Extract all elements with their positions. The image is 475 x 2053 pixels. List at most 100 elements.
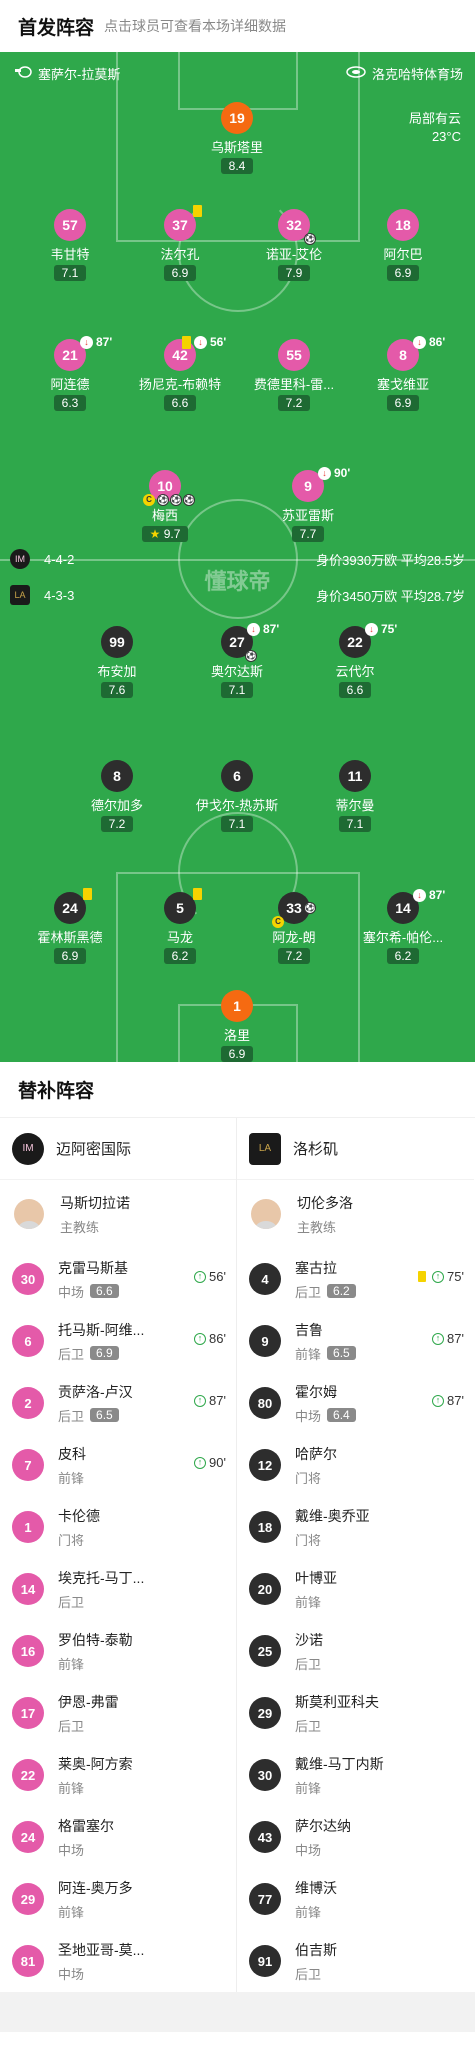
sub-on-badge: ↑ 56'	[194, 1269, 226, 1284]
away-subs-column: LA 洛杉矶 切伦多洛 主教练 4 塞古拉 后卫 6.2 ↑ 75' 9 吉鲁 前锋 6.5 ↑ 87…	[237, 1118, 474, 1992]
player-rating: 6.2	[163, 948, 197, 964]
player-home-21[interactable]: 21 ↓ 87' 阿连德 6.3	[20, 335, 120, 412]
sub-player-row[interactable]: 7 皮科 前锋 ↑ 90'	[0, 1434, 236, 1496]
sub-player-row[interactable]: 77 维博沃 前锋	[237, 1868, 474, 1930]
sub-player-row[interactable]: 14 埃克托-马丁... 后卫	[0, 1558, 236, 1620]
sub-player-row[interactable]: 30 克雷马斯基 中场 6.6 ↑ 56'	[0, 1248, 236, 1310]
player-rating: 6.6	[163, 395, 197, 411]
sub-on-minute: 87'	[447, 1393, 464, 1408]
coach-avatar	[14, 1199, 44, 1229]
player-away-27[interactable]: 27 ↓ 87' ⚽ 奥尔达斯 7.1	[187, 622, 287, 699]
player-rating: 7.1	[53, 265, 87, 281]
sub-player-row[interactable]: 9 吉鲁 前锋 6.5 ↑ 87'	[237, 1310, 474, 1372]
goal-ball-icon: ⚽	[304, 233, 316, 245]
sub-player-row[interactable]: 24 格雷塞尔 中场	[0, 1806, 236, 1868]
inter-miami-logo: IM	[10, 549, 30, 569]
player-number: 57	[54, 209, 86, 241]
sub-player-row[interactable]: 16 罗伯特-泰勒 前锋	[0, 1620, 236, 1682]
sub-player-rating: 6.4	[327, 1408, 356, 1422]
sub-player-row[interactable]: 43 萨尔达纳 中场	[237, 1806, 474, 1868]
sub-player-row[interactable]: 1 卡伦德 门将	[0, 1496, 236, 1558]
goal-ball-icon: ⚽	[304, 902, 316, 914]
sub-player-position: 后卫	[58, 1718, 85, 1734]
sub-player-row[interactable]: 2 贡萨洛-卢汉 后卫 6.5 ↑ 87'	[0, 1372, 236, 1434]
player-number: 27 ↓ 87' ⚽	[221, 622, 279, 662]
sub-off-badge: ↓ 87'	[80, 335, 112, 349]
player-away-11[interactable]: 11 蒂尔曼 7.1	[305, 760, 405, 833]
player-home-8[interactable]: 8 ↓ 86' 塞戈维亚 6.9	[353, 335, 453, 412]
player-away-8[interactable]: 8 德尔加多 7.2	[67, 760, 167, 833]
sub-off-badge: ↓ 56'	[182, 335, 226, 349]
player-away-14[interactable]: 14 ↓ 87' 塞尔希-帕伦... 6.2	[353, 888, 453, 965]
sub-player-row[interactable]: 6 托马斯-阿维... 后卫 6.9 ↑ 86'	[0, 1310, 236, 1372]
player-rating: ★ 9.7	[141, 526, 189, 542]
sub-off-icon: ↓	[318, 466, 331, 480]
player-home-19[interactable]: 19 乌斯塔里 8.4	[187, 102, 287, 175]
player-away-5[interactable]: 5 马龙 6.2	[130, 888, 230, 965]
away-coach[interactable]: 切伦多洛 主教练	[237, 1180, 474, 1248]
player-home-37[interactable]: 37 法尔孔 6.9	[130, 205, 230, 282]
sub-player-row[interactable]: 20 叶博亚 前锋	[237, 1558, 474, 1620]
player-rating: 7.9	[277, 265, 311, 281]
sub-player-position: 后卫	[58, 1346, 85, 1362]
sub-player-name: 伊恩-弗雷	[58, 1693, 119, 1710]
sub-player-row[interactable]: 29 斯莫利亚科夫 后卫	[237, 1682, 474, 1744]
coach-name: 切伦多洛	[297, 1194, 353, 1211]
sub-on-icon: ↑	[432, 1270, 445, 1283]
sub-player-row[interactable]: 29 阿连-奥万多 前锋	[0, 1868, 236, 1930]
sub-player-row[interactable]: 17 伊恩-弗雷后卫	[0, 1682, 236, 1744]
sub-player-number: 43	[249, 1821, 281, 1853]
player-name: 扬尼克-布赖特	[138, 377, 222, 392]
sub-player-number: 14	[12, 1573, 44, 1605]
sub-player-row[interactable]: 81 圣地亚哥-莫... 中场	[0, 1930, 236, 1992]
player-number: 99	[101, 626, 133, 658]
sub-player-row[interactable]: 80 霍尔姆 中场 6.4 ↑ 87'	[237, 1372, 474, 1434]
sub-off-icon: ↓	[413, 335, 426, 349]
sub-player-row[interactable]: 30 戴维-马丁内斯 前锋	[237, 1744, 474, 1806]
sub-player-number: 17	[12, 1697, 44, 1729]
sub-player-number: 1	[12, 1511, 44, 1543]
sub-player-row[interactable]: 22 莱奥-阿方索 前锋	[0, 1744, 236, 1806]
sub-player-row[interactable]: 91 伯吉斯 后卫	[237, 1930, 474, 1992]
player-away-33[interactable]: 33 C ⚽ 阿龙-朗 7.2	[244, 892, 344, 965]
player-home-18[interactable]: 18 阿尔巴 6.9	[353, 209, 453, 282]
away-formation: 4-3-3	[44, 587, 75, 603]
player-rating: 7.2	[277, 395, 311, 411]
player-home-42[interactable]: 42 ↓ 56' 扬尼克-布赖特 6.6	[130, 335, 230, 412]
home-coach[interactable]: 马斯切拉诺 主教练	[0, 1180, 236, 1248]
sub-player-number: 20	[249, 1573, 281, 1605]
sub-player-position: 后卫	[295, 1656, 322, 1672]
sub-player-number: 29	[12, 1883, 44, 1915]
sub-off-icon: ↓	[365, 622, 378, 636]
player-away-1[interactable]: 1 洛里 6.9	[187, 990, 287, 1062]
player-number: 32 ⚽	[278, 209, 316, 245]
player-home-10[interactable]: 10 C ⚽ ⚽ ⚽ 梅西 ★ 9.7	[115, 470, 215, 543]
goal-ball-icon: ⚽	[157, 494, 169, 506]
yellow-card-icon	[193, 205, 202, 217]
sub-player-rating: 6.9	[90, 1346, 119, 1360]
sub-player-rating: 6.5	[90, 1408, 119, 1422]
player-away-22[interactable]: 22 ↓ 75' 云代尔 6.6	[305, 622, 405, 699]
player-number: 5	[164, 888, 202, 924]
sub-player-row[interactable]: 12 哈萨尔 门将	[237, 1434, 474, 1496]
sub-on-minute: 87'	[209, 1393, 226, 1408]
stadium-icon	[346, 66, 366, 81]
sub-off-badge: ↓ 87'	[247, 622, 279, 636]
sub-player-row[interactable]: 25 沙诺 后卫	[237, 1620, 474, 1682]
sub-player-name: 哈萨尔	[295, 1445, 337, 1462]
player-rating: 7.2	[100, 816, 134, 832]
sub-player-row[interactable]: 18 戴维-奥乔亚 门将	[237, 1496, 474, 1558]
player-away-24[interactable]: 24 霍林斯黑德 6.9	[20, 888, 120, 965]
player-home-9[interactable]: 9 ↓ 90' 苏亚雷斯 7.7	[258, 466, 358, 543]
player-home-57[interactable]: 57 韦甘特 7.1	[20, 209, 120, 282]
player-home-55[interactable]: 55 费德里科-雷... 7.2	[244, 339, 344, 412]
sub-player-position: 前锋	[295, 1346, 322, 1362]
player-away-6[interactable]: 6 伊戈尔-热苏斯 7.1	[187, 760, 287, 833]
player-away-99[interactable]: 99 布安加 7.6	[67, 626, 167, 699]
player-home-32[interactable]: 32 ⚽ 诺亚-艾伦 7.9	[244, 209, 344, 282]
sub-player-position: 前锋	[58, 1904, 85, 1920]
sub-player-row[interactable]: 4 塞古拉 后卫 6.2 ↑ 75'	[237, 1248, 474, 1310]
sub-player-position: 后卫	[58, 1594, 85, 1610]
sub-player-name: 埃克托-马丁...	[58, 1569, 145, 1586]
sub-player-rating: 6.5	[327, 1346, 356, 1360]
